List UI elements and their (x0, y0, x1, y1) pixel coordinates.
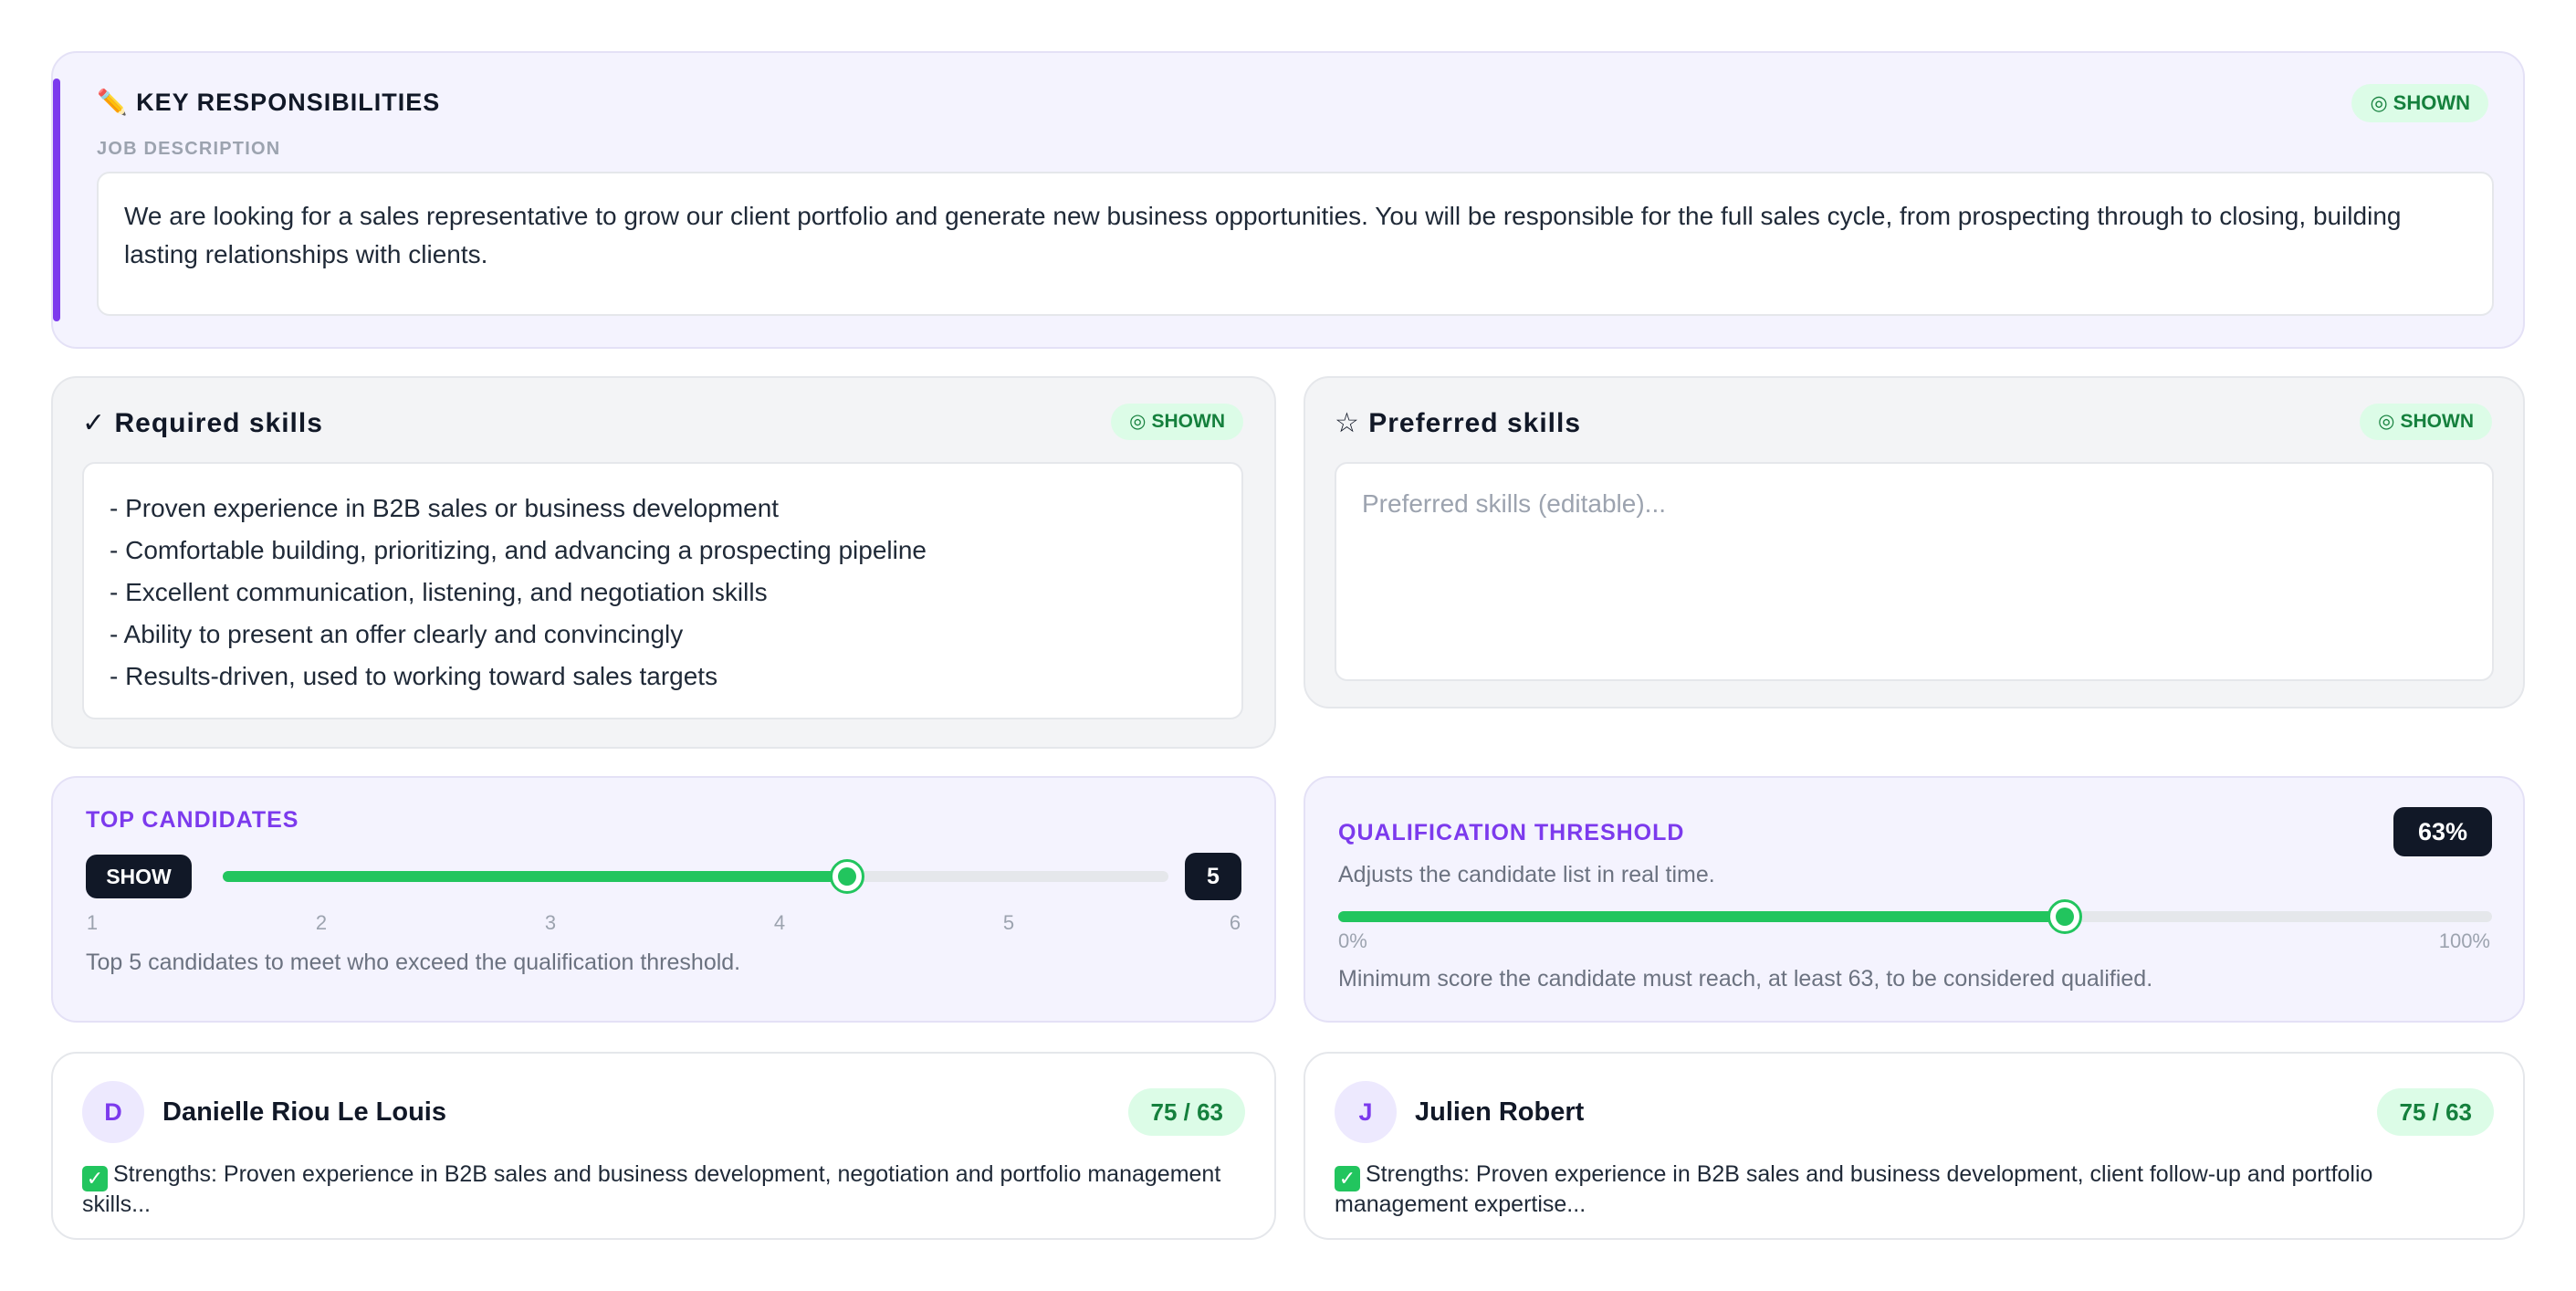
candidate-strengths: ✓ Strengths: Proven experience in B2B sal… (1335, 1161, 2494, 1217)
badge-label: SHOWN (1151, 411, 1226, 432)
required-skills-field[interactable]: - Proven experience in B2B sales or busi… (82, 462, 1243, 719)
skill-line: - Excellent communication, listening, an… (110, 578, 768, 606)
eye-target-icon: ◎ (2370, 91, 2388, 114)
shown-toggle-badge[interactable]: ◎ SHOWN (2360, 404, 2492, 440)
eye-target-icon: ◎ (2378, 411, 2395, 432)
tick-label: 6 (1229, 911, 1241, 934)
threshold-value: 63% (2393, 807, 2492, 856)
preferred-skills-field[interactable]: Preferred skills (editable)... (1335, 462, 2494, 681)
strengths-text: Strengths: Proven experience in B2B sale… (82, 1161, 1221, 1217)
candidate-strengths: ✓ Strengths: Proven experience in B2B sal… (82, 1161, 1245, 1217)
shown-toggle-badge[interactable]: ◎ SHOWN (1111, 404, 1243, 440)
threshold-hint: Adjusts the candidate list in real time. (1338, 862, 1715, 887)
shown-toggle-badge[interactable]: ◎ SHOWN (2351, 84, 2488, 122)
skill-line: - Proven experience in B2B sales or busi… (110, 494, 780, 522)
slider-thumb[interactable] (829, 859, 864, 894)
tick-label: 4 (773, 911, 786, 934)
slider-thumb[interactable] (2047, 899, 2083, 934)
threshold-description: Minimum score the candidate must reach, … (1338, 966, 2153, 992)
score-badge: 75 / 63 (1128, 1088, 1245, 1136)
required-skills-title: ✓ Required skills (82, 408, 323, 438)
slider-fill (1338, 911, 2066, 922)
eye-target-icon: ◎ (1129, 411, 1147, 432)
candidate-count-value: 5 (1185, 853, 1241, 900)
qualification-threshold-title: QUALIFICATION THRESHOLD (1338, 820, 1685, 845)
tick-label: 5 (1002, 911, 1015, 934)
tick-label: 3 (544, 911, 557, 934)
section-title-label: KEY RESPONSIBILITIES (136, 89, 441, 116)
pencil-icon: ✏️ (97, 89, 129, 116)
candidate-card[interactable]: J Julien Robert 75 / 63 ✓ Strengths: Prov… (1304, 1052, 2525, 1240)
strengths-text: Strengths: Proven experience in B2B sale… (1335, 1161, 2373, 1217)
score-badge: 75 / 63 (2377, 1088, 2494, 1136)
check-icon: ✓ (82, 1166, 108, 1191)
badge-label: SHOWN (2400, 411, 2475, 432)
key-responsibilities-card: ✏️ KEY RESPONSIBILITIES ◎ SHOWN JOB DESCR… (51, 51, 2525, 349)
badge-label: SHOWN (2393, 91, 2470, 114)
slider-min-label: 0% (1338, 929, 1367, 952)
candidate-card[interactable]: D Danielle Riou Le Louis 75 / 63 ✓ Streng… (51, 1052, 1276, 1240)
tick-label: 1 (86, 911, 99, 934)
section-title: ✏️ KEY RESPONSIBILITIES (97, 88, 440, 117)
preferred-skills-placeholder: Preferred skills (editable)... (1362, 489, 1667, 518)
threshold-slider[interactable] (1338, 899, 2492, 934)
skill-line: - Results-driven, used to working toward… (110, 662, 718, 690)
skill-line: - Ability to present an offer clearly an… (110, 620, 684, 648)
candidate-name: Danielle Riou Le Louis (162, 1097, 446, 1127)
slider-ticks: 1 2 3 4 5 6 (86, 911, 1241, 937)
preferred-skills-card: ☆ Preferred skills ◎ SHOWN Preferred skil… (1304, 376, 2525, 708)
required-skills-card: ✓ Required skills ◎ SHOWN - Proven experi… (51, 376, 1276, 749)
top-candidates-title: TOP CANDIDATES (86, 807, 299, 833)
avatar: D (82, 1081, 144, 1143)
avatar: J (1335, 1081, 1397, 1143)
top-candidates-card: TOP CANDIDATES SHOW 5 1 2 3 4 5 6 Top 5 … (51, 776, 1276, 1023)
top-candidates-slider[interactable] (223, 859, 1168, 894)
show-button[interactable]: SHOW (86, 855, 192, 898)
skill-line: - Comfortable building, prioritizing, an… (110, 536, 927, 564)
slider-fill (223, 871, 847, 882)
job-description-field[interactable]: We are looking for a sales representativ… (97, 172, 2494, 316)
tick-label: 2 (315, 911, 328, 934)
preferred-skills-title: ☆ Preferred skills (1335, 408, 1582, 438)
qualification-threshold-card: QUALIFICATION THRESHOLD 63% Adjusts the … (1304, 776, 2525, 1023)
slider-max-label: 100% (2438, 929, 2490, 952)
candidate-name: Julien Robert (1415, 1097, 1585, 1127)
check-icon: ✓ (1335, 1166, 1360, 1191)
job-description-label: JOB DESCRIPTION (97, 139, 281, 159)
top-candidates-description: Top 5 candidates to meet who exceed the … (86, 950, 741, 975)
accent-bar (53, 79, 60, 321)
